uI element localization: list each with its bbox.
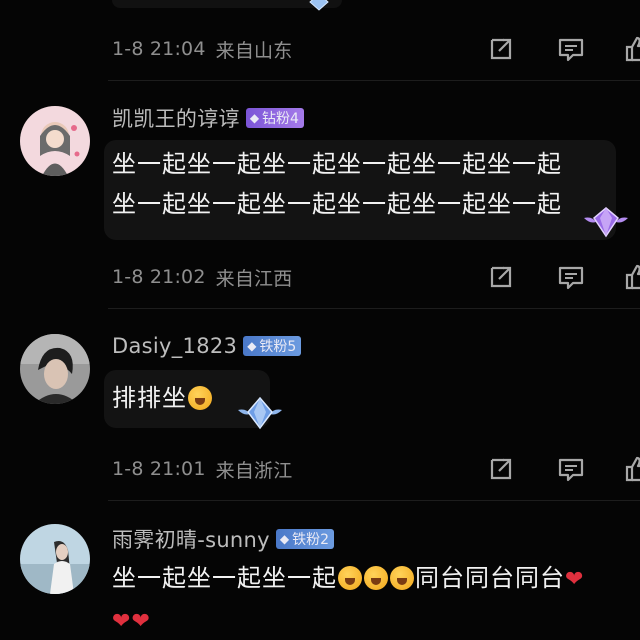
comment-text-line: 坐一起坐一起坐一起坐一起坐一起坐一起 <box>112 190 562 218</box>
thumbs-up-icon <box>625 264 640 290</box>
avatar[interactable] <box>20 106 90 176</box>
share-icon <box>490 266 512 288</box>
comment-location: 来自浙江 <box>215 459 293 482</box>
share-icon <box>490 38 512 60</box>
red-heart-emoji-icon: ❤ <box>131 609 151 634</box>
like-button[interactable] <box>621 32 640 66</box>
bubble-gem-decoration <box>236 394 284 434</box>
reply-button[interactable] <box>554 32 588 66</box>
loudly-crying-emoji-icon <box>338 566 362 590</box>
comment-time: 1-8 21:01 <box>112 458 206 480</box>
reply-button[interactable] <box>554 452 588 486</box>
like-button[interactable] <box>621 452 640 486</box>
comment-text-line: 坐一起坐一起坐一起坐一起坐一起坐一起 <box>112 150 562 178</box>
comment-actions-3 <box>440 452 640 486</box>
loudly-crying-emoji-icon <box>364 566 388 590</box>
comment-meta-1: 1-8 21:04 来自山东 <box>112 34 292 64</box>
fan-badge[interactable]: ◆ 铁粉5 <box>243 336 302 356</box>
person-photo-avatar-icon <box>20 334 90 404</box>
share-button[interactable] <box>484 452 518 486</box>
comment-meta-2: 1-8 21:02 来自江西 <box>112 262 292 292</box>
share-button[interactable] <box>484 32 518 66</box>
diamond-icon: ◆ <box>279 532 290 546</box>
comment-text[interactable]: 排排坐 <box>112 378 213 418</box>
comment-icon <box>558 458 584 482</box>
fan-badge-label: 铁粉2 <box>292 532 330 548</box>
bubble-gem-decoration <box>582 204 630 240</box>
comment-time: 1-8 21:04 <box>112 38 206 60</box>
divider <box>108 308 640 309</box>
share-icon <box>490 458 512 480</box>
crying-face-emoji-icon <box>188 386 212 410</box>
diamond-icon: ◆ <box>247 339 257 353</box>
divider <box>108 80 640 81</box>
divider <box>108 500 640 501</box>
avatar[interactable] <box>20 334 90 404</box>
fan-badge-label: 钻粉4 <box>262 111 299 127</box>
comment-actions-2 <box>440 260 640 294</box>
comment-text-part: 坐一起坐一起坐一起 <box>112 564 337 592</box>
red-heart-emoji-icon: ❤ <box>112 609 132 634</box>
comment-icon <box>558 266 584 290</box>
comment-header: 雨霁初晴-sunny ◆ 铁粉2 <box>112 524 335 554</box>
red-heart-emoji-icon: ❤ <box>565 567 585 592</box>
comment-text-body: 排排坐 <box>112 384 187 412</box>
person-photo-avatar-icon <box>20 524 90 594</box>
avatar[interactable] <box>20 524 90 594</box>
username[interactable]: 凯凯王的谆谆 <box>112 103 240 133</box>
comment-location: 来自江西 <box>215 267 293 290</box>
comment-header: Dasiy_1823 ◆ 铁粉5 <box>112 331 302 361</box>
reply-button[interactable] <box>554 260 588 294</box>
fan-badge[interactable]: ◆ 钻粉4 <box>245 108 304 128</box>
comment-text-part: 同台同台同台 <box>415 564 565 592</box>
fan-badge[interactable]: ◆ 铁粉2 <box>275 529 335 549</box>
username[interactable]: Dasiy_1823 <box>112 334 237 358</box>
comment-header: 凯凯王的谆谆 ◆ 钻粉4 <box>112 103 304 133</box>
share-button[interactable] <box>484 260 518 294</box>
diamond-icon: ◆ <box>249 111 260 125</box>
comment-icon <box>558 38 584 62</box>
comment-text[interactable]: 坐一起坐一起坐一起 同台同台同台❤ ❤❤ <box>112 558 584 640</box>
thumbs-up-icon <box>625 36 640 62</box>
comment-feed: 1-8 21:04 来自山东 凯凯王的谆谆 ◆钻粉4 坐一起坐一起坐一起坐一起 <box>0 0 640 640</box>
username[interactable]: 雨霁初晴-sunny <box>112 524 270 554</box>
thumbs-up-icon <box>625 456 640 482</box>
comment-meta-3: 1-8 21:01 来自浙江 <box>112 454 292 484</box>
like-button[interactable] <box>621 260 640 294</box>
loudly-crying-emoji-icon <box>390 566 414 590</box>
cartoon-girl-avatar-icon <box>20 106 90 176</box>
comment-actions-1 <box>440 32 640 66</box>
comment-location: 来自山东 <box>215 39 293 62</box>
comment-text[interactable]: 坐一起坐一起坐一起坐一起坐一起坐一起 坐一起坐一起坐一起坐一起坐一起坐一起 <box>112 144 562 224</box>
comment-time: 1-8 21:02 <box>112 266 206 288</box>
fan-badge-label: 铁粉5 <box>259 339 297 355</box>
fan-badge-decoration <box>302 0 336 12</box>
